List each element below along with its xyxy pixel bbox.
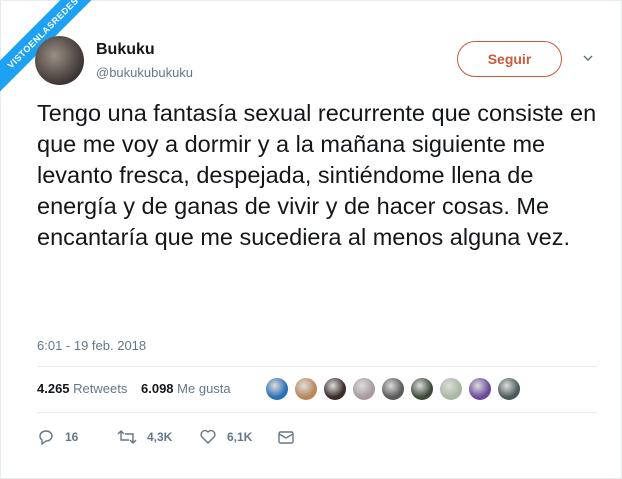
like-count: 6,1K	[227, 430, 253, 444]
like-button[interactable]: 6,1K	[199, 426, 252, 448]
heart-icon	[200, 429, 216, 444]
liker-avatar[interactable]	[468, 377, 492, 401]
liker-avatar[interactable]	[265, 377, 289, 401]
liker-avatar[interactable]	[381, 377, 405, 401]
author-avatar[interactable]	[35, 36, 84, 85]
tweet-actions: 16 4,3K 6,1K	[37, 426, 337, 448]
mail-icon	[278, 431, 294, 444]
reply-button[interactable]: 16	[37, 426, 78, 448]
retweet-icon	[117, 430, 137, 444]
follow-button[interactable]: Seguir	[457, 41, 562, 77]
retweet-button[interactable]: 4,3K	[117, 426, 172, 448]
reply-icon	[39, 430, 53, 446]
retweets-stat[interactable]: 4.265 Retweets	[37, 381, 127, 396]
liker-avatar[interactable]	[294, 377, 318, 401]
divider	[37, 366, 597, 367]
tweet-text: Tengo una fantasía sexual recurrente que…	[37, 100, 597, 250]
tweet-timestamp[interactable]: 6:01 - 19 feb. 2018	[37, 338, 146, 353]
author-handle[interactable]: @bukukubukuku	[96, 65, 193, 80]
likes-count: 6.098	[141, 381, 174, 396]
retweets-label: Retweets	[73, 381, 128, 396]
chevron-down-icon[interactable]	[582, 52, 594, 64]
likes-stat[interactable]: 6.098 Me gusta	[141, 381, 231, 396]
message-button[interactable]	[277, 426, 305, 448]
retweets-count: 4.265	[37, 381, 70, 396]
liker-avatar[interactable]	[439, 377, 463, 401]
likes-label: Me gusta	[177, 381, 231, 396]
liker-avatar[interactable]	[352, 377, 376, 401]
liker-avatar[interactable]	[323, 377, 347, 401]
reply-count: 16	[65, 430, 79, 444]
liker-avatar[interactable]	[497, 377, 521, 401]
liker-avatar[interactable]	[410, 377, 434, 401]
retweet-count: 4,3K	[147, 430, 173, 444]
divider	[37, 412, 597, 413]
author-name[interactable]: Bukuku	[96, 41, 155, 59]
tweet-stats: 4.265 Retweets 6.098 Me gusta	[37, 381, 231, 396]
